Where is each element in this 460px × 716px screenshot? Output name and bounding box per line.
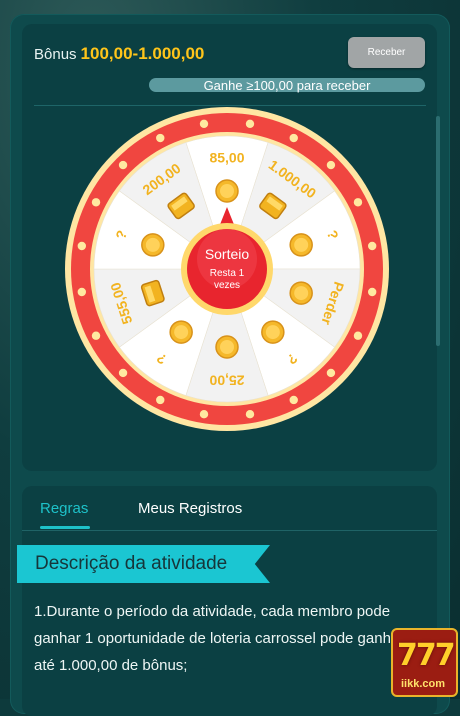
coin-icon (215, 335, 239, 359)
rim-light (289, 395, 298, 405)
progress-bar: Ganhe ≥100,00 para receber (149, 77, 425, 93)
logo-brand: iikk.com (401, 678, 446, 690)
rim-light (326, 160, 336, 170)
active-tab-indicator (40, 526, 90, 529)
rim-light (199, 409, 209, 419)
coin-icon (169, 320, 193, 344)
rim-light (77, 287, 87, 297)
progress-text: Ganhe ≥100,00 para receber (203, 77, 371, 93)
rim-light (367, 241, 377, 251)
rule-text: 1.Durante o período da atividade, cada m… (34, 603, 405, 674)
rim-light (199, 119, 209, 129)
rim-light (367, 287, 377, 297)
bonus-label: Bônus (34, 46, 77, 63)
bonus-amount: 100,00-1.000,00 (80, 44, 205, 63)
rim-light (91, 331, 101, 340)
coin-icon (289, 281, 313, 305)
rim-light (77, 241, 87, 251)
segment-label: 85,00 (209, 150, 244, 166)
rim-light (118, 368, 128, 378)
scrollbar[interactable] (436, 116, 440, 346)
rim-light (91, 198, 101, 207)
logo-sevens: 777 (397, 638, 456, 673)
coin-icon (289, 233, 313, 257)
tab-meus-registros[interactable]: Meus Registros (138, 500, 242, 517)
prize-wheel: 85,00 1.000,00?Perder?25,00?555,00?200,00… (65, 107, 389, 431)
spin-remaining-unit: vezes (214, 280, 240, 291)
brand-logo[interactable]: 777 iikk.com (391, 628, 458, 697)
bonus-row: Bônus 100,00-1.000,00 (34, 44, 204, 64)
rim-light (245, 409, 255, 419)
rim-light (245, 119, 255, 129)
description-banner: Descrição da atividade (17, 545, 270, 583)
tab-divider (22, 530, 437, 531)
spin-title: Sorteio (205, 246, 250, 262)
segment-label: 25,00 (209, 372, 244, 388)
coin-icon (261, 320, 285, 344)
rim-light (156, 133, 165, 143)
spin-remaining: Resta 1 (210, 268, 245, 279)
description-title: Descrição da atividade (35, 553, 228, 574)
rim-light (118, 160, 128, 170)
coin-icon (215, 179, 239, 203)
coin-icon (141, 233, 165, 257)
tab-regras[interactable]: Regras (40, 500, 88, 517)
rim-light (289, 133, 298, 143)
rim-light (353, 331, 363, 340)
receive-button[interactable]: Receber (348, 37, 425, 68)
rim-light (326, 368, 336, 378)
rim-light (156, 395, 165, 405)
rim-light (353, 198, 363, 207)
